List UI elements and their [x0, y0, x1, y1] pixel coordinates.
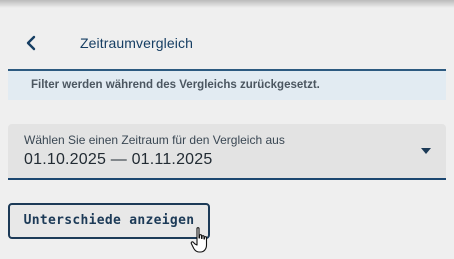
period-select-label: Wählen Sie einen Zeitraum für den Vergle…	[24, 133, 285, 147]
chevron-left-icon[interactable]	[23, 34, 39, 52]
show-differences-label: Unterschiede anzeigen	[23, 213, 195, 228]
page-title: Zeitraumvergleich	[80, 35, 193, 51]
show-differences-button[interactable]: Unterschiede anzeigen	[8, 203, 210, 239]
period-select-value: 01.10.2025 — 01.11.2025	[24, 151, 213, 168]
top-shadow	[0, 0, 454, 8]
panel-header: Zeitraumvergleich	[0, 26, 454, 62]
info-banner: Filter werden während des Vergleichs zur…	[8, 69, 446, 100]
info-banner-text: Filter werden während des Vergleichs zur…	[31, 79, 320, 91]
caret-down-icon[interactable]	[420, 147, 432, 155]
period-select[interactable]: Wählen Sie einen Zeitraum für den Vergle…	[8, 124, 446, 180]
